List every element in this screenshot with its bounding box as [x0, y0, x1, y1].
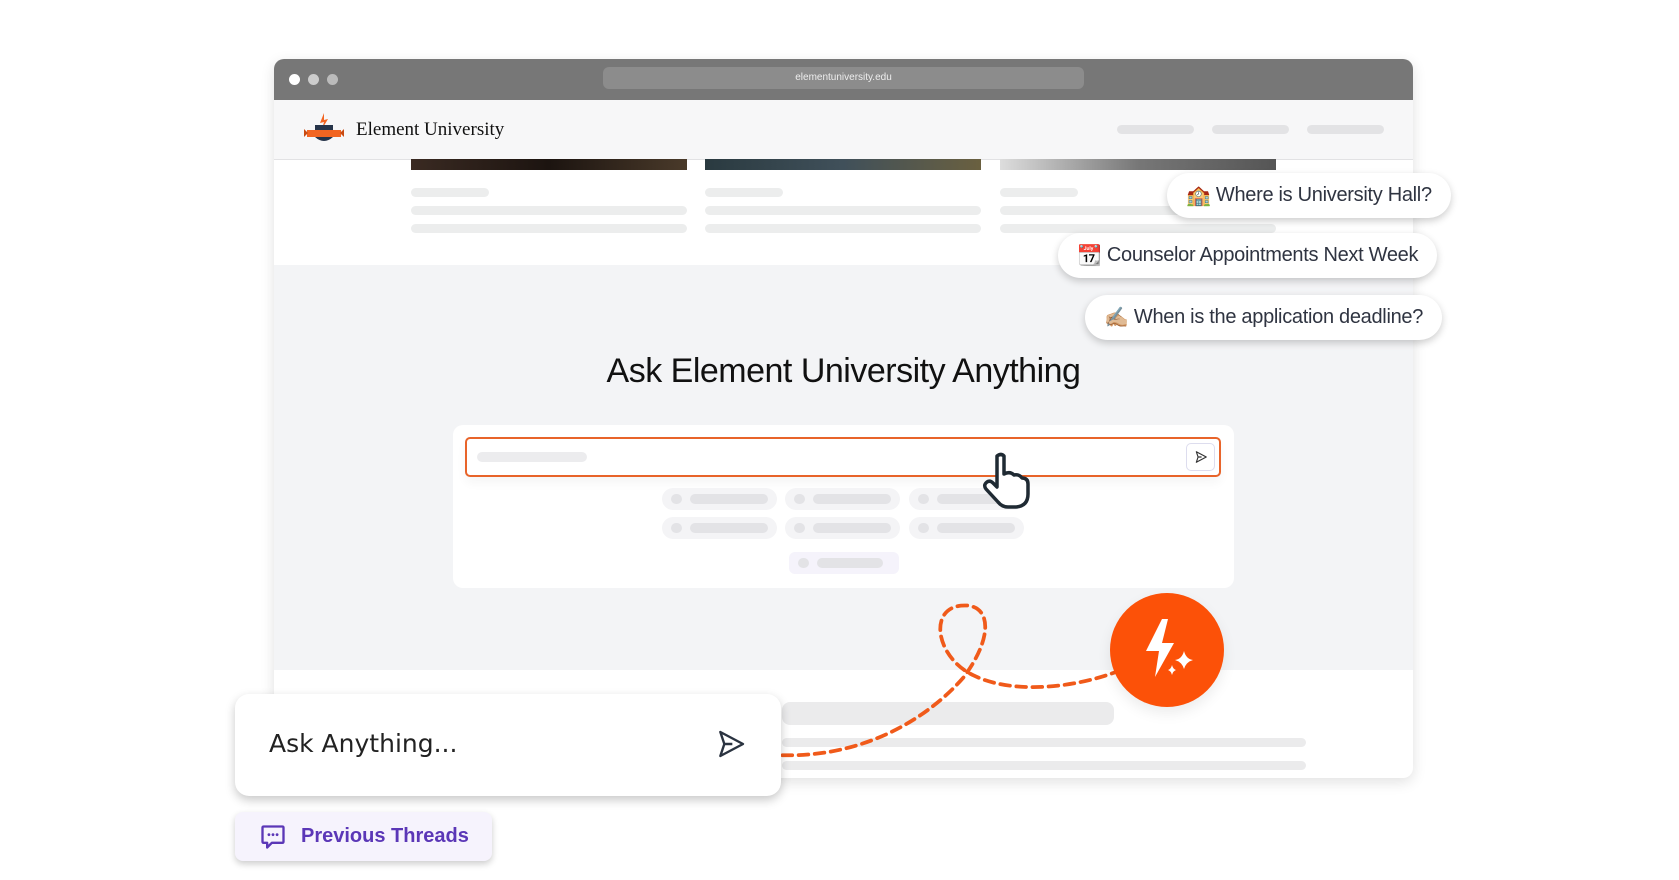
- ask-anything-input[interactable]: Ask Anything...: [235, 694, 781, 796]
- previous-threads-button[interactable]: Previous Threads: [235, 812, 492, 861]
- suggestion-pill[interactable]: ✍🏼 When is the application deadline?: [1085, 295, 1443, 340]
- suggestion-label: When is the application deadline?: [1133, 306, 1424, 328]
- previous-threads-label: Previous Threads: [301, 825, 469, 847]
- calendar-icon: 📆: [1077, 245, 1102, 267]
- suggestion-label: Counselor Appointments Next Week: [1106, 244, 1419, 266]
- ask-placeholder: Ask Anything...: [269, 729, 458, 758]
- lightning-sparkle-icon: [1146, 619, 1193, 677]
- school-icon: 🏫: [1186, 185, 1211, 207]
- suggestion-label: Where is University Hall?: [1215, 184, 1432, 206]
- suggestion-pill[interactable]: 📆 Counselor Appointments Next Week: [1058, 233, 1438, 278]
- suggestion-pill[interactable]: 🏫 Where is University Hall?: [1167, 173, 1451, 218]
- chat-bubble-icon: [261, 824, 285, 849]
- send-icon[interactable]: [715, 728, 747, 760]
- hand-pointer-cursor-icon: [982, 452, 1030, 509]
- writing-hand-icon: ✍🏼: [1104, 307, 1129, 329]
- ai-assistant-button[interactable]: [1110, 593, 1224, 707]
